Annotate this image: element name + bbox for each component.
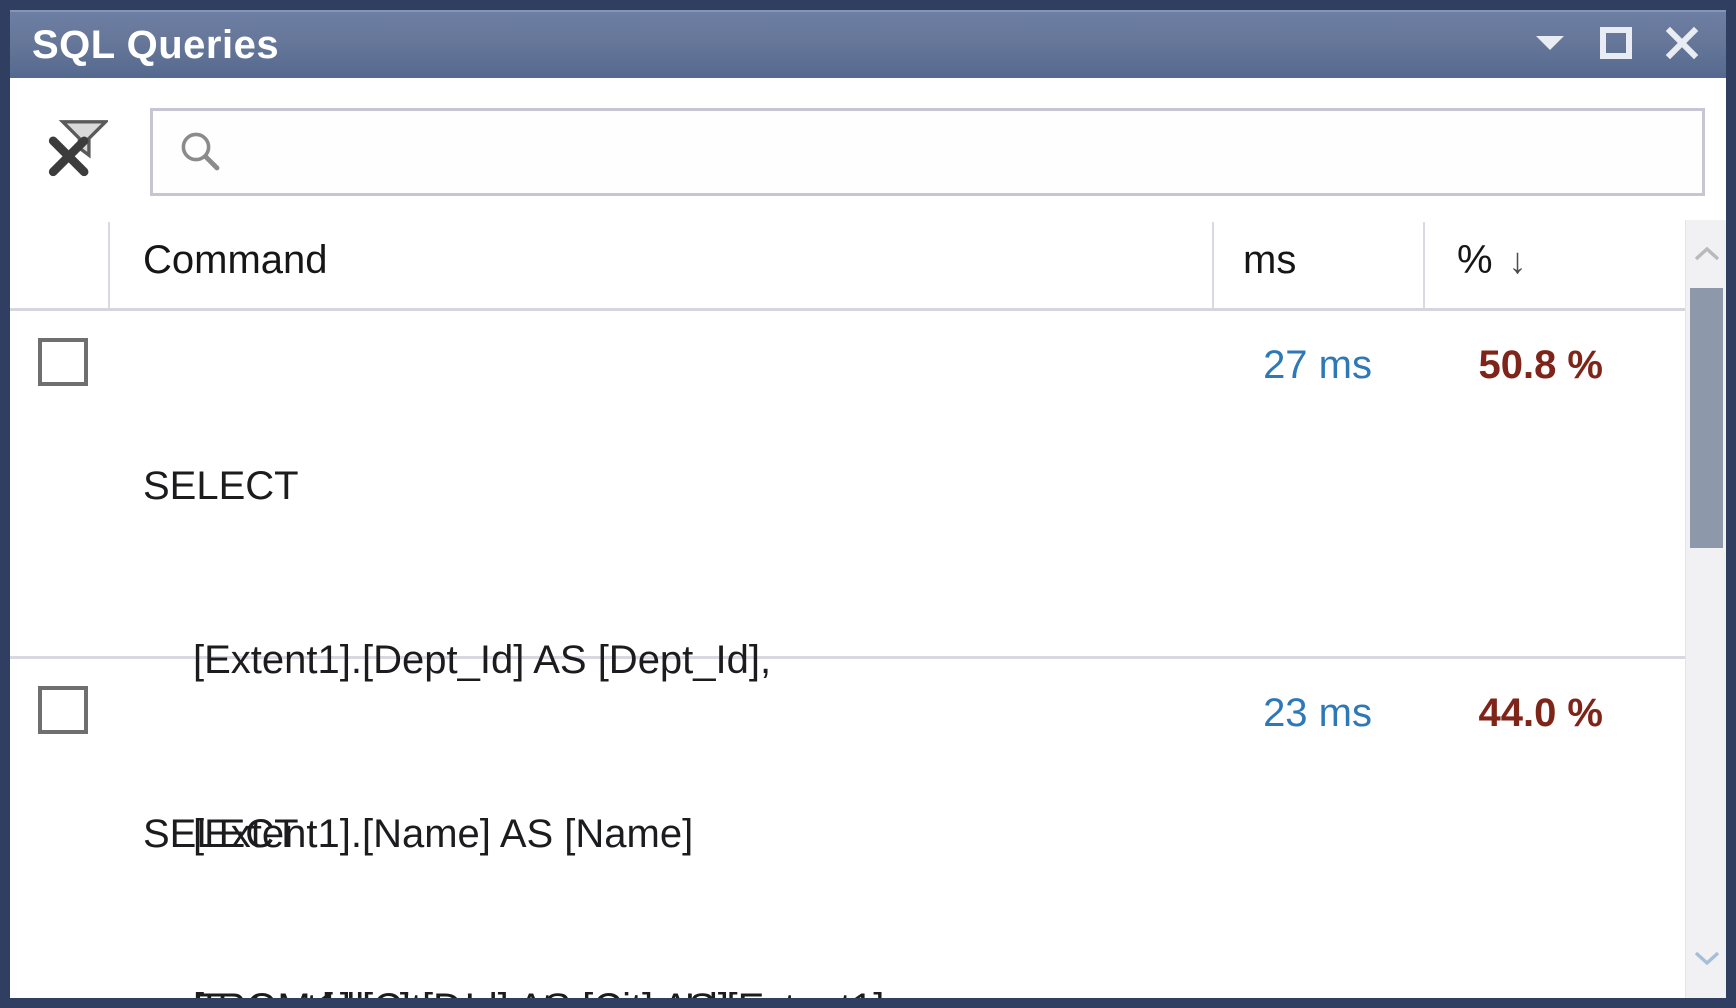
search-box xyxy=(150,108,1705,196)
scroll-up-button[interactable] xyxy=(1686,236,1727,276)
sql-line: [Extent1].[City_Id] AS [City_Id], xyxy=(143,979,1045,998)
scrollbar-thumb[interactable] xyxy=(1690,288,1723,548)
row-checkbox[interactable] xyxy=(38,338,88,386)
close-button[interactable] xyxy=(1664,27,1700,63)
query-row[interactable]: SELECT [Extent1].[Dept_Id] AS [Dept_Id],… xyxy=(10,311,1685,659)
clear-filter-icon xyxy=(46,167,108,184)
sql-line: SELECT xyxy=(143,805,1045,863)
title-bar: SQL Queries xyxy=(10,10,1726,78)
sql-line: SELECT xyxy=(143,457,1061,515)
sql-command-text: SELECT [Extent1].[City_Id] AS [City_Id],… xyxy=(143,689,1045,998)
column-header-command[interactable]: Command xyxy=(143,238,328,283)
window-controls xyxy=(1532,27,1726,63)
query-list: SELECT [Extent1].[Dept_Id] AS [Dept_Id],… xyxy=(10,311,1685,998)
maximize-icon xyxy=(1600,27,1632,64)
duration-ms-value: 23 ms xyxy=(1212,691,1372,736)
column-separator xyxy=(108,222,110,310)
sql-queries-window: SQL Queries xyxy=(0,0,1736,1008)
column-header-percent[interactable]: % ↓ xyxy=(1457,238,1527,283)
scroll-down-button[interactable] xyxy=(1686,940,1727,980)
panel-content: Command ms % ↓ SELECT [Extent1].[Dept_Id… xyxy=(10,78,1726,998)
sort-descending-icon: ↓ xyxy=(1509,243,1527,279)
maximize-button[interactable] xyxy=(1598,27,1634,63)
search-input[interactable] xyxy=(225,111,1702,193)
clear-filter-button[interactable] xyxy=(46,116,108,180)
query-row[interactable]: SELECT [Extent1].[City_Id] AS [City_Id],… xyxy=(10,659,1685,998)
row-checkbox[interactable] xyxy=(38,686,88,734)
chevron-up-icon xyxy=(1694,247,1720,266)
column-header-ms[interactable]: ms xyxy=(1243,238,1296,283)
duration-ms-value: 27 ms xyxy=(1212,343,1372,388)
percent-header-label: % xyxy=(1457,238,1493,283)
close-icon xyxy=(1665,26,1699,65)
chevron-down-icon xyxy=(1694,951,1720,970)
column-separator xyxy=(1212,222,1214,310)
search-icon xyxy=(177,128,225,176)
column-separator xyxy=(1423,222,1425,310)
window-menu-button[interactable] xyxy=(1532,27,1568,63)
vertical-scrollbar xyxy=(1685,220,1726,998)
percent-value: 44.0 % xyxy=(1423,691,1603,736)
percent-value: 50.8 % xyxy=(1423,343,1603,388)
window-title: SQL Queries xyxy=(10,23,279,68)
chevron-down-icon xyxy=(1535,35,1565,56)
